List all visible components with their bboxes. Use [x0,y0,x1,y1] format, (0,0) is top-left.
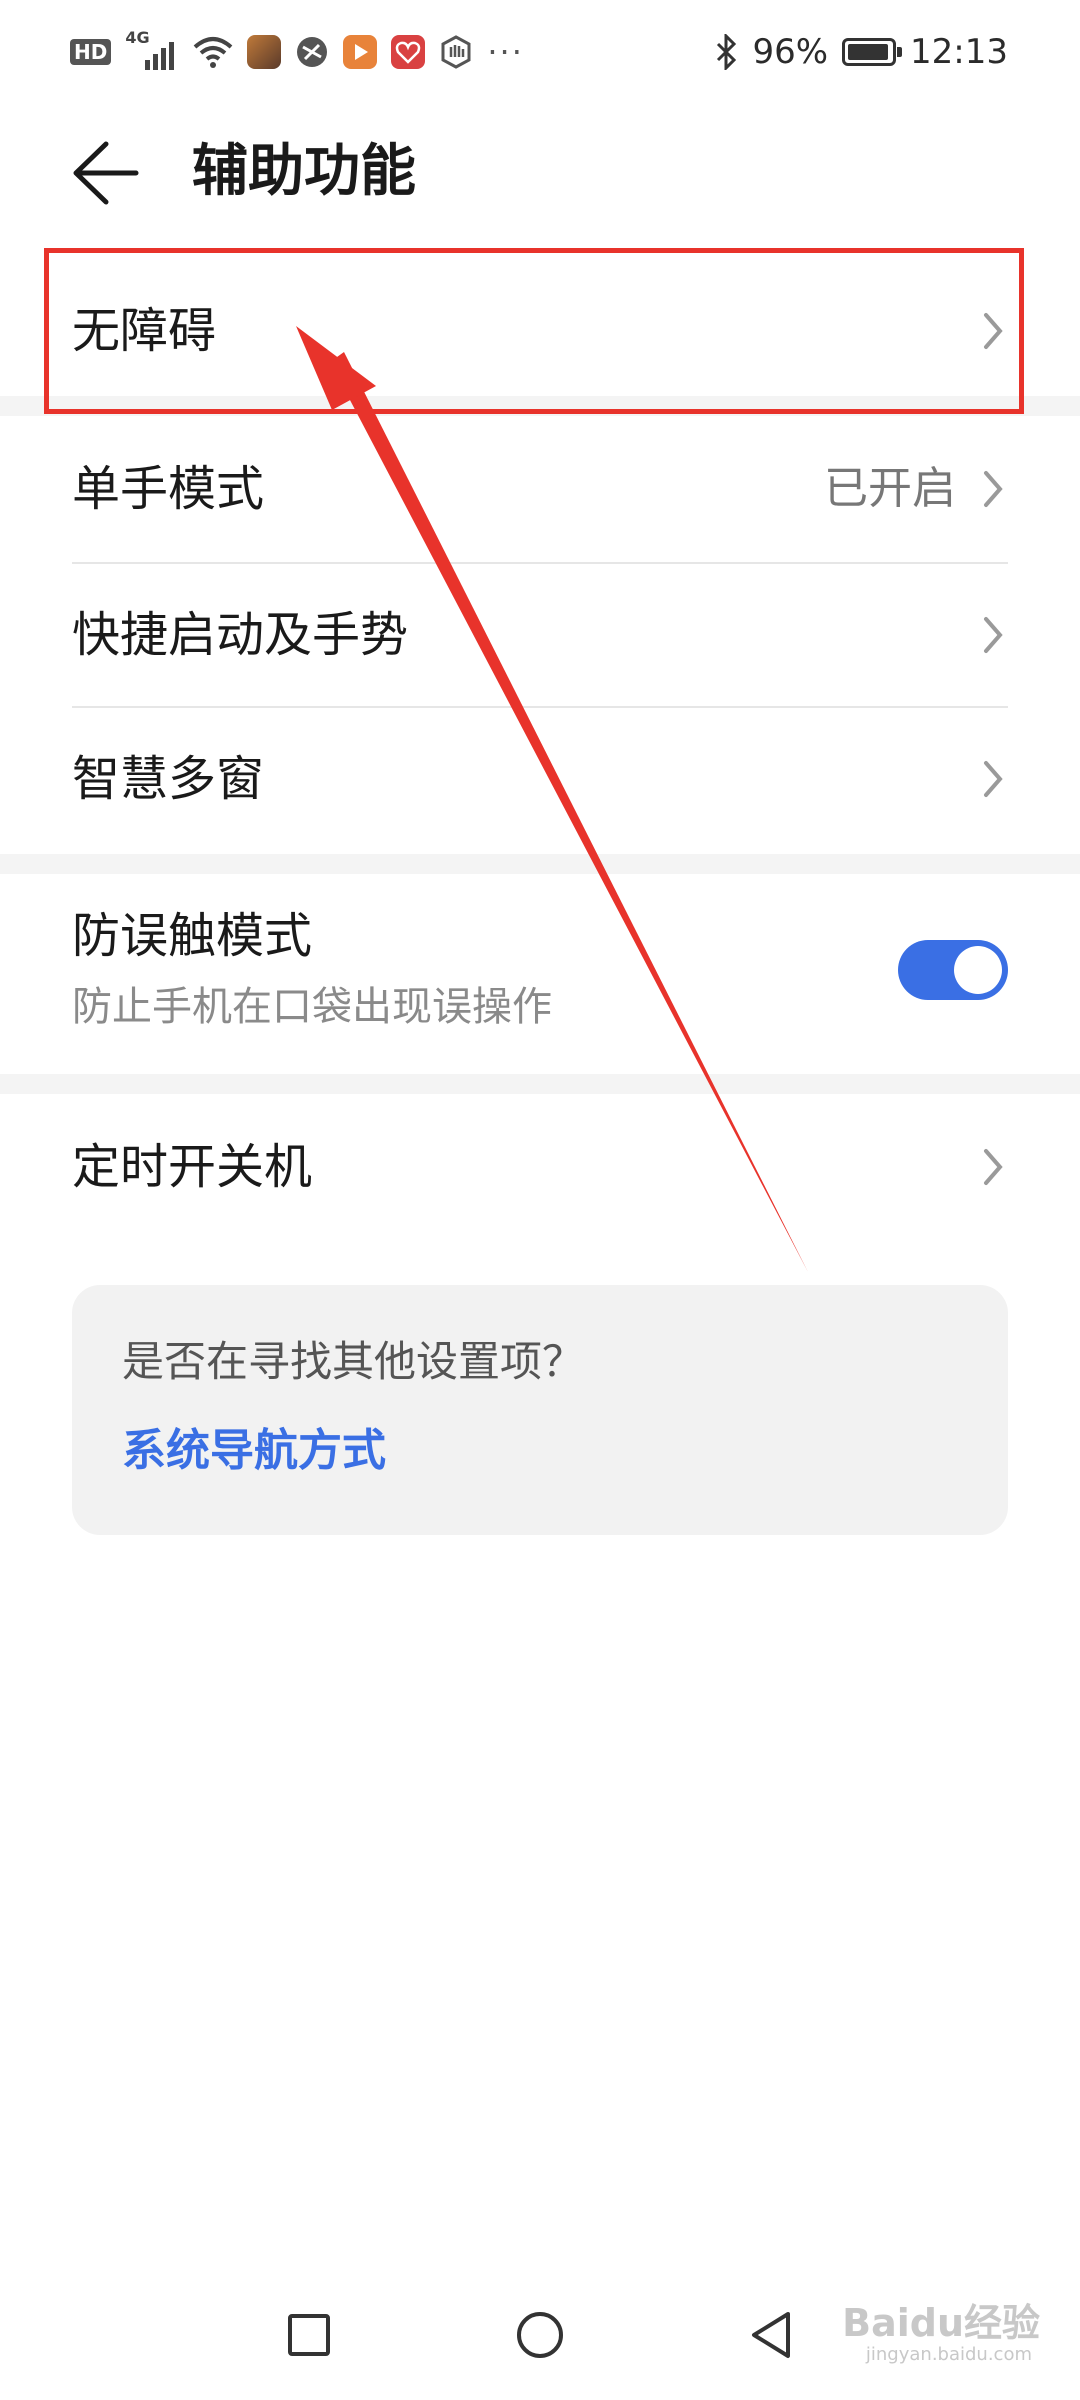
hand-app-icon [441,35,471,69]
list-item-pocket-mode: 防误触模式 防止手机在口袋出现误操作 [0,874,1080,1074]
chevron-right-icon [984,1149,1003,1185]
list-item-label: 定时开关机 [72,1139,313,1195]
chevron-right-icon [984,471,1003,507]
list-item-scheduled-power[interactable]: 定时开关机 [0,1094,1080,1240]
home-icon[interactable] [495,2290,585,2380]
status-left: HD 4G ··· [70,28,524,74]
list-item-shortcuts-gestures[interactable]: 快捷启动及手势 [0,564,1080,706]
list-item-subtitle: 防止手机在口袋出现误操作 [72,984,552,1030]
section-separator [0,854,1080,874]
status-right: 96% 12:13 [714,30,1008,74]
section-separator [0,1074,1080,1094]
bluetooth-icon [717,34,737,70]
status-time: 12:13 [910,32,1008,72]
app-icon [297,37,328,67]
list-item-label: 智慧多窗 [72,751,265,807]
back-arrow-icon[interactable] [70,138,142,208]
recent-apps-icon[interactable] [264,2290,354,2380]
pocket-mode-toggle[interactable] [898,940,1008,1000]
wifi-icon [194,37,233,68]
back-triangle-icon[interactable] [726,2290,816,2380]
battery-icon [842,38,903,66]
list-item-multi-window[interactable]: 智慧多窗 [0,708,1080,850]
page-title: 辅助功能 [192,139,416,204]
chevron-right-icon [984,617,1003,653]
status-bar: HD 4G ··· 96% 12:13 [0,0,1080,104]
battery-percent: 96% [752,32,829,72]
list-item-value: 已开启 [824,463,956,514]
list-item-one-hand-mode[interactable]: 单手模式 已开启 [0,416,1080,562]
battery-fill [848,44,889,60]
hd-icon: HD [70,39,112,65]
suggestion-question: 是否在寻找其他设置项？ [122,1337,585,1386]
highlight-box [44,248,1024,414]
suggestion-card: 是否在寻找其他设置项？ 系统导航方式 [72,1285,1008,1535]
list-item-label: 防误触模式 [72,908,313,964]
page-header: 辅助功能 [0,120,1080,224]
list-item-label: 快捷启动及手势 [72,607,409,663]
system-navigation-link[interactable]: 系统导航方式 [122,1423,386,1479]
network-type: 4G [125,28,150,47]
chevron-right-icon [984,761,1003,797]
heart-app-icon [391,35,426,69]
signal-icon: 4G [125,28,179,72]
navigation-bar [0,2290,1080,2400]
more-notifications-icon: ··· [487,33,524,71]
game-app-icon [247,35,282,69]
video-app-icon [343,35,378,69]
toggle-knob [954,946,1002,994]
list-item-label: 单手模式 [72,461,265,517]
